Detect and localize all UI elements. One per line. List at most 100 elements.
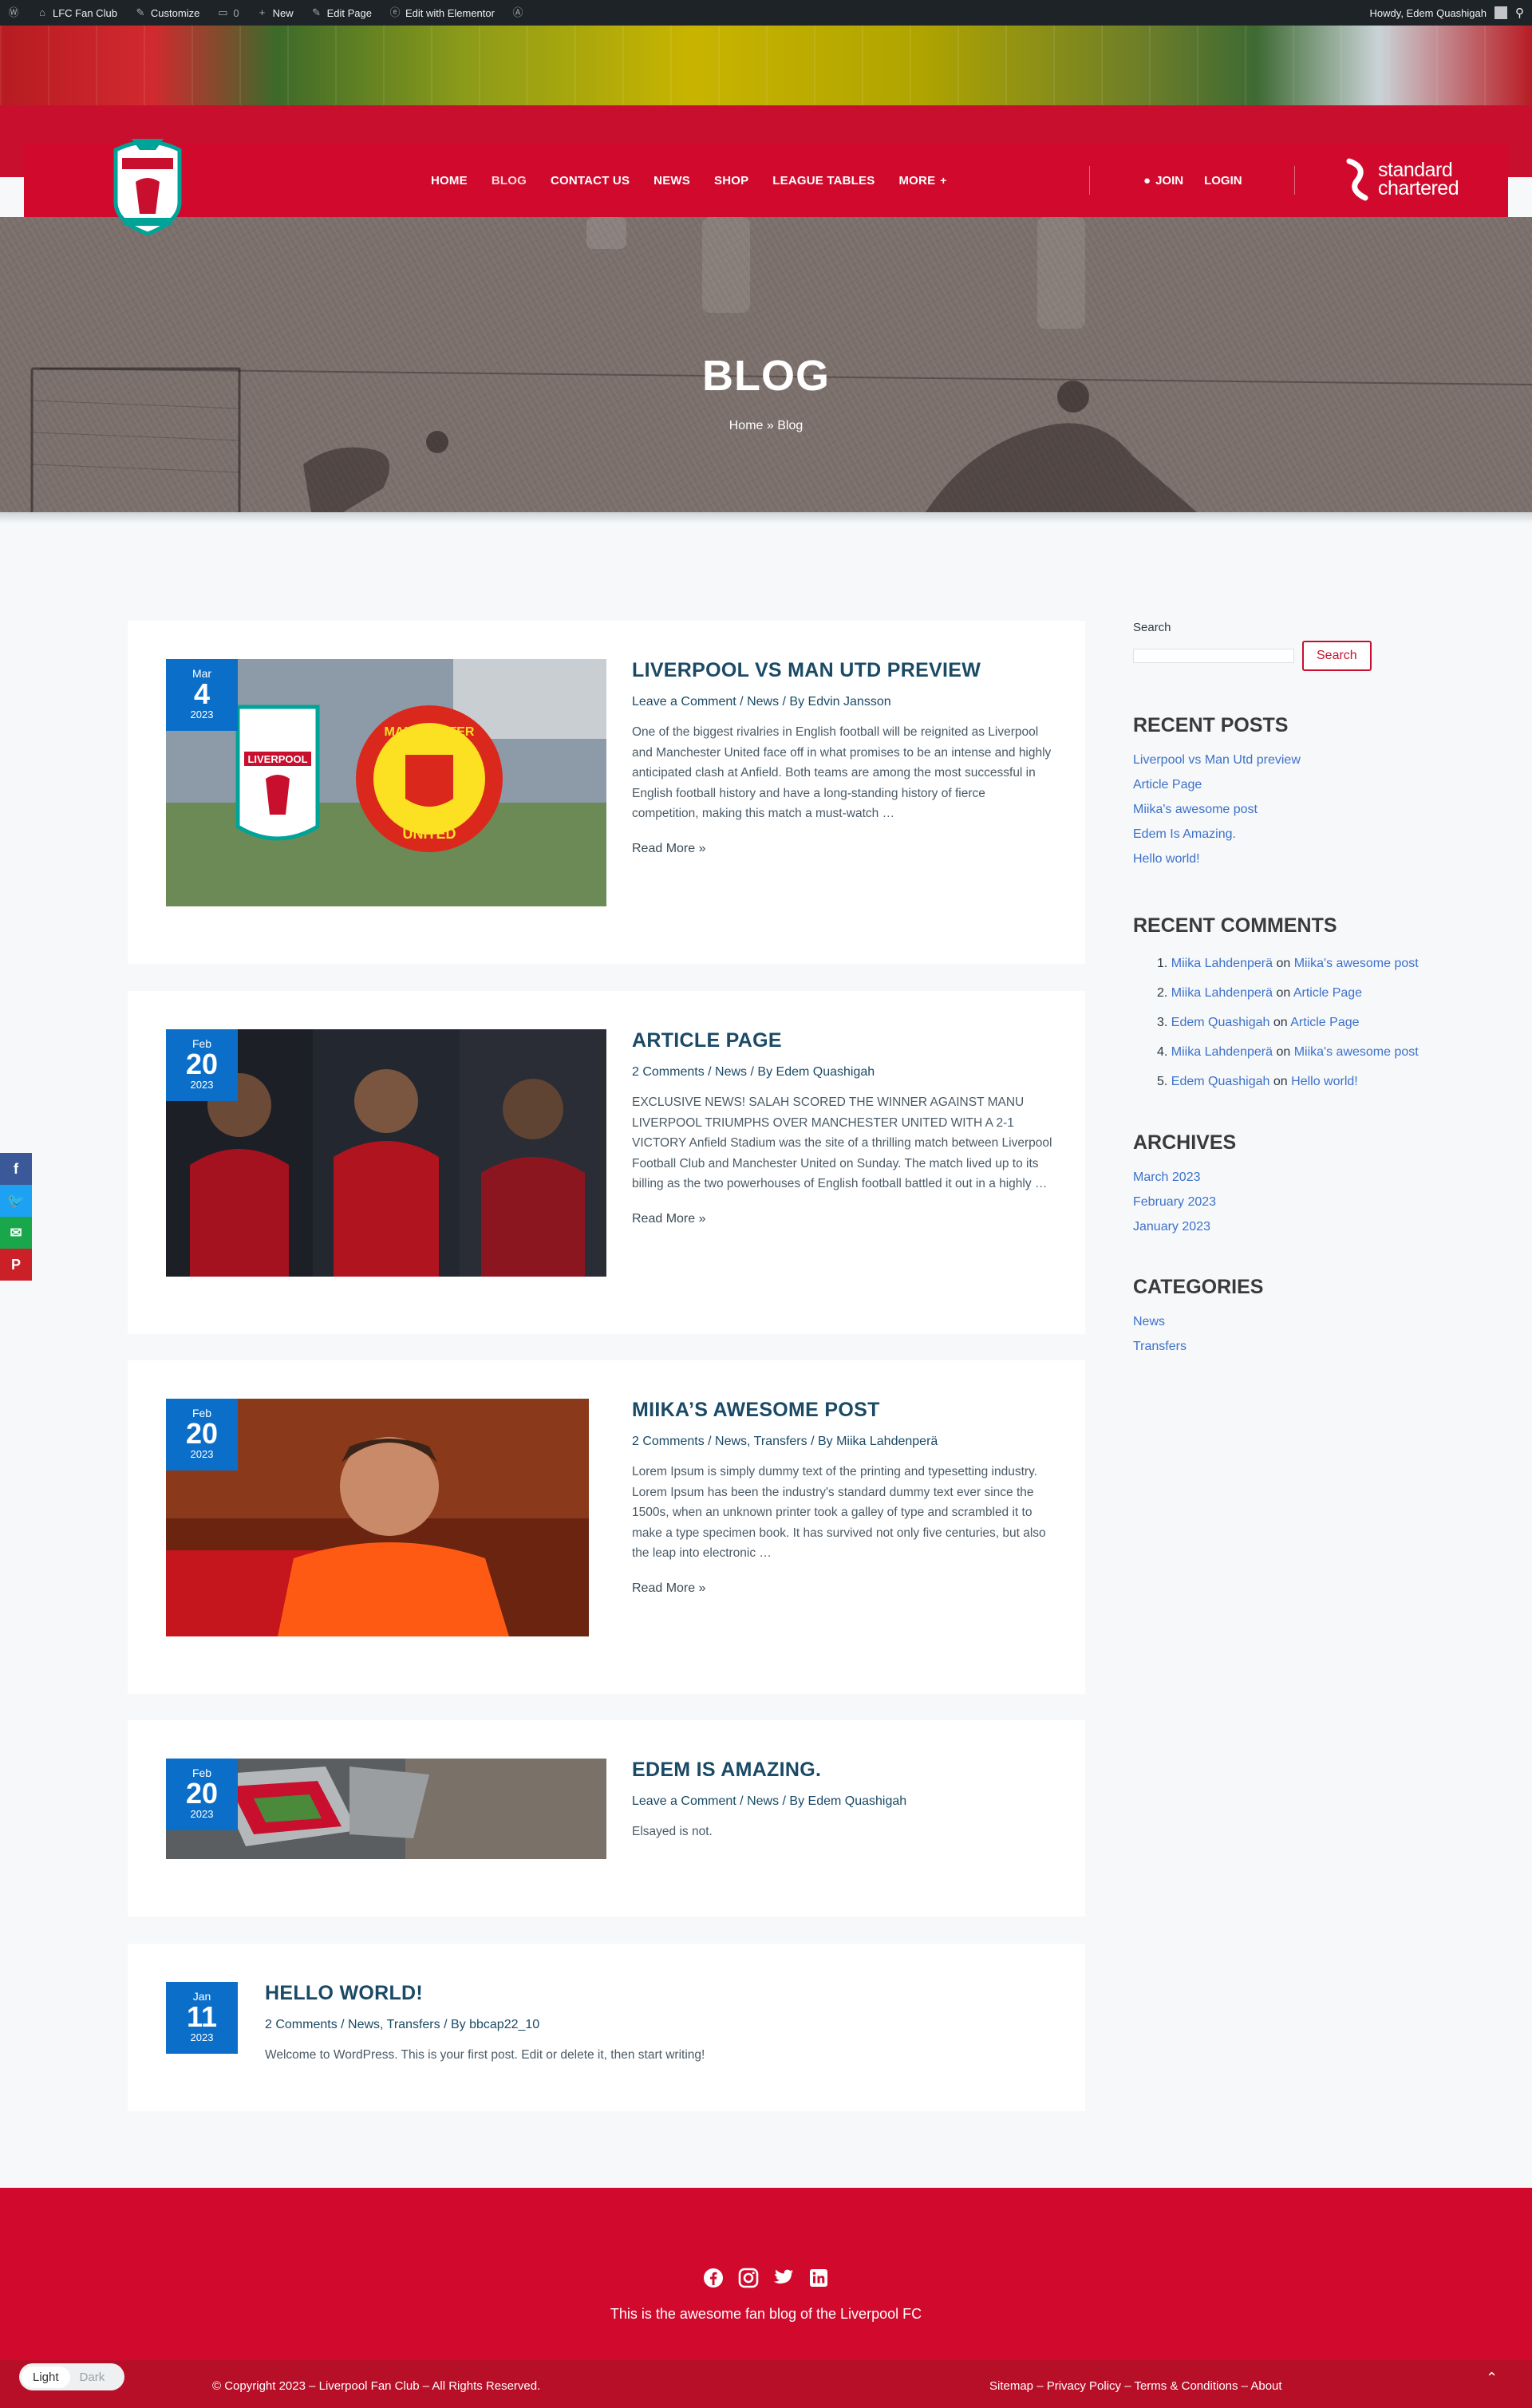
email-share-icon[interactable]: ✉ xyxy=(0,1217,32,1249)
nav-blog[interactable]: BLOG xyxy=(492,174,527,188)
post-excerpt: Welcome to WordPress. This is your first… xyxy=(265,2048,705,2062)
search-input[interactable] xyxy=(1133,649,1294,663)
theme-toggle[interactable]: Light Dark xyxy=(19,2363,124,2390)
read-more-link[interactable]: Read More » xyxy=(632,1581,1055,1596)
comment-author-link[interactable]: Miika Lahdenperä xyxy=(1171,1045,1273,1059)
admin-customize-link[interactable]: ✎ Customize xyxy=(135,7,199,19)
category-link[interactable]: Transfers xyxy=(1133,1340,1420,1354)
recent-comment-item: 2. Miika Lahdenperä on Article Page xyxy=(1157,986,1363,1000)
twitter-icon[interactable] xyxy=(773,2268,794,2288)
admin-new-link[interactable]: + New xyxy=(257,7,294,19)
comment-author-link[interactable]: Edem Quashigah xyxy=(1171,1016,1270,1029)
post-title[interactable]: EDEM IS AMAZING. xyxy=(632,1759,1055,1782)
comment-author-link[interactable]: Miika Lahdenperä xyxy=(1171,986,1273,1000)
post-author-link[interactable]: bbcap22_10 xyxy=(469,2018,539,2031)
read-more-link[interactable]: Read More » xyxy=(632,1212,1055,1226)
archive-link[interactable]: January 2023 xyxy=(1133,1220,1420,1234)
dark-mode-option[interactable]: Dark xyxy=(70,2367,115,2388)
light-mode-option[interactable]: Light xyxy=(22,2366,70,2388)
admin-site-link[interactable]: ⌂ LFC Fan Club xyxy=(37,7,117,19)
instagram-icon[interactable] xyxy=(738,2268,759,2288)
stadium-banner xyxy=(0,26,1532,105)
pinterest-share-icon[interactable]: P xyxy=(0,1249,32,1281)
post-author-link[interactable]: Miika Lahdenperä xyxy=(836,1435,938,1448)
nav-shop[interactable]: SHOP xyxy=(714,174,748,188)
nav-home[interactable]: HOME xyxy=(431,174,468,188)
post-comments-link[interactable]: 2 Comments xyxy=(632,1065,705,1079)
copyright-text: © Copyright 2023 – Liverpool Fan Club – … xyxy=(212,2379,541,2393)
admin-comments-link[interactable]: ▭ 0 xyxy=(217,7,239,19)
sponsor-logo[interactable]: standard chartered xyxy=(1343,158,1459,201)
comment-post-link[interactable]: Article Page xyxy=(1290,1016,1359,1029)
login-link[interactable]: LOGIN xyxy=(1204,174,1242,188)
post-card: LIVERPOOL MANCHESTER UNITED Mar 4 2023 L… xyxy=(128,621,1085,964)
recent-post-link[interactable]: Liverpool vs Man Utd preview xyxy=(1133,753,1420,768)
post-title[interactable]: LIVERPOOL VS MAN UTD PREVIEW xyxy=(632,659,1055,682)
post-comments-link[interactable]: Leave a Comment xyxy=(632,695,736,709)
recent-posts-widget: RECENT POSTS Liverpool vs Man Utd previe… xyxy=(1133,714,1420,866)
read-more-link[interactable]: Read More » xyxy=(632,842,1055,856)
recent-comment-item: 4. Miika Lahdenperä on Miika's awesome p… xyxy=(1157,1045,1419,1059)
post-author-link[interactable]: Edem Quashigah xyxy=(808,1794,907,1808)
post-author-link[interactable]: Edvin Jansson xyxy=(808,695,891,709)
nav-contact-us[interactable]: CONTACT US xyxy=(551,174,630,188)
post-category-link[interactable]: News xyxy=(747,1794,779,1808)
join-link[interactable]: ● JOIN xyxy=(1143,174,1183,188)
scroll-to-top-icon[interactable]: ⌃ xyxy=(1486,2370,1498,2386)
twitter-share-icon[interactable]: 🐦 xyxy=(0,1185,32,1217)
footer-links[interactable]: Sitemap – Privacy Policy – Terms & Condi… xyxy=(989,2379,1282,2393)
search-icon[interactable]: ⚲ xyxy=(1515,6,1524,20)
nav-league-tables[interactable]: LEAGUE TABLES xyxy=(772,174,875,188)
nav-news[interactable]: NEWS xyxy=(653,174,690,188)
facebook-icon[interactable] xyxy=(703,2268,724,2288)
post-category-link[interactable]: News, Transfers xyxy=(348,2018,440,2031)
search-button[interactable]: Search xyxy=(1302,641,1372,671)
plus-icon: + xyxy=(259,6,266,18)
admin-elementor-link[interactable]: ⓔ Edit with Elementor xyxy=(389,7,495,19)
post-category-link[interactable]: News, Transfers xyxy=(715,1435,807,1448)
archive-link[interactable]: February 2023 xyxy=(1133,1195,1420,1210)
archives-widget: ARCHIVES March 2023 February 2023 Januar… xyxy=(1133,1131,1420,1234)
widget-title: RECENT COMMENTS xyxy=(1133,914,1337,937)
post-title[interactable]: HELLO WORLD! xyxy=(265,1982,1047,2005)
brush-icon: ✎ xyxy=(136,6,145,18)
footer-tagline: This is the awesome fan blog of the Live… xyxy=(610,2306,922,2322)
comment-post-link[interactable]: Article Page xyxy=(1293,986,1362,1000)
post-comments-link[interactable]: 2 Comments xyxy=(632,1435,705,1448)
comment-post-link[interactable]: Hello world! xyxy=(1291,1075,1358,1088)
breadcrumb[interactable]: Home » Blog xyxy=(0,419,1532,433)
post-content: MIIKA’S AWESOME POST 2 Comments / News, … xyxy=(632,1399,1055,1596)
facebook-share-icon[interactable]: f xyxy=(0,1153,32,1185)
post-comments-link[interactable]: Leave a Comment xyxy=(632,1794,736,1808)
hero-shadow xyxy=(0,512,1532,523)
post-comments-link[interactable]: 2 Comments xyxy=(265,2018,338,2031)
recent-comment-item: 5. Edem Quashigah on Hello world! xyxy=(1157,1075,1358,1088)
comment-author-link[interactable]: Miika Lahdenperä xyxy=(1171,957,1273,970)
admin-edit-page-link[interactable]: ✎ Edit Page xyxy=(311,7,372,19)
recent-post-link[interactable]: Article Page xyxy=(1133,778,1420,792)
post-category-link[interactable]: News xyxy=(747,695,779,709)
home-icon: ⌂ xyxy=(39,6,45,18)
nav-more[interactable]: MORE + xyxy=(898,174,946,188)
linkedin-icon[interactable] xyxy=(808,2268,829,2288)
recent-post-link[interactable]: Hello world! xyxy=(1133,852,1420,866)
post-card: Jan 11 2023 HELLO WORLD! 2 Comments / Ne… xyxy=(128,1944,1085,2111)
comment-post-link[interactable]: Miika's awesome post xyxy=(1294,1045,1419,1059)
comment-author-link[interactable]: Edem Quashigah xyxy=(1171,1075,1270,1088)
lfc-crest-logo[interactable] xyxy=(100,126,195,238)
archive-link[interactable]: March 2023 xyxy=(1133,1170,1420,1185)
site-footer: This is the awesome fan blog of the Live… xyxy=(0,2188,1532,2408)
admin-bar: Ⓦ ⌂ LFC Fan Club ✎ Customize ▭ 0 + New ✎ Edit… xyxy=(0,0,1532,26)
wp-logo-icon[interactable]: Ⓦ xyxy=(8,7,19,18)
post-author-link[interactable]: Edem Quashigah xyxy=(776,1065,875,1079)
post-title[interactable]: ARTICLE PAGE xyxy=(632,1029,1055,1052)
post-title[interactable]: MIIKA’S AWESOME POST xyxy=(632,1399,1055,1422)
post-category-link[interactable]: News xyxy=(715,1065,747,1079)
category-link[interactable]: News xyxy=(1133,1315,1420,1329)
comment-post-link[interactable]: Miika's awesome post xyxy=(1294,957,1419,970)
recent-post-link[interactable]: Edem Is Amazing. xyxy=(1133,827,1420,842)
admin-a11y-icon[interactable]: Ⓐ xyxy=(512,7,523,18)
recent-post-link[interactable]: Miika's awesome post xyxy=(1133,803,1420,817)
admin-howdy[interactable]: Howdy, Edem Quashigah xyxy=(1370,7,1487,19)
avatar[interactable] xyxy=(1494,6,1507,19)
